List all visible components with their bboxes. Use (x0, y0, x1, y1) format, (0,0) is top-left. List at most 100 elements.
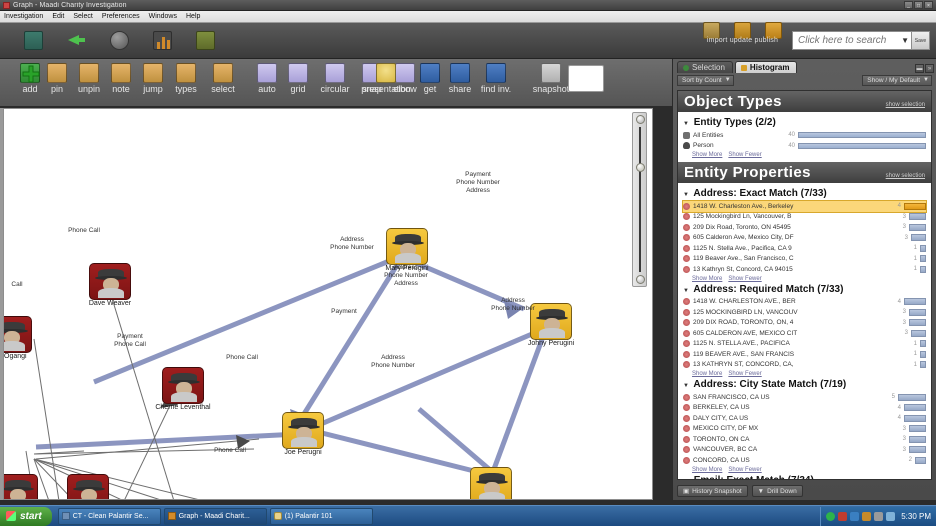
tool-pin[interactable]: pin (42, 63, 72, 94)
graph-node-steven[interactable] (67, 474, 109, 499)
panel-expander[interactable]: ▬ » (915, 64, 936, 73)
expand-icon[interactable]: » (925, 64, 934, 73)
taskbar-item-palantir101[interactable]: (1) Palantir 101 (269, 507, 373, 525)
graph-canvas[interactable]: Mary Perugini Johny Perugini Joe Perugni… (3, 108, 653, 500)
group-address-exact-match[interactable]: ▼ Address: Exact Match (7/33) (683, 188, 926, 199)
window-controls[interactable]: _ □ × (904, 1, 933, 9)
volume-icon[interactable] (850, 511, 860, 521)
group-entity-types[interactable]: ▼ Entity Types (2/2) (683, 117, 926, 128)
histogram-row[interactable]: 119 BEAVER AVE., SAN FRANCIS 1 (683, 349, 926, 360)
graph-node-ogangi[interactable] (4, 316, 32, 353)
tool-get[interactable]: get (415, 63, 445, 94)
tool-grid[interactable]: grid (282, 63, 314, 94)
tool-auto[interactable]: auto (250, 63, 284, 94)
taskbar-item-ct[interactable]: CT - Clean Palantir Se... (57, 507, 161, 525)
show-links[interactable]: Show More Show Fewer (692, 467, 926, 473)
histogram-list[interactable]: Object Types show selection ▼ Entity Typ… (677, 90, 932, 480)
group-address-city-state-match[interactable]: ▼ Address: City State Match (7/19) (683, 379, 926, 390)
histogram-row[interactable]: 209 Dix Road, Toronto, ON 45495 3 (683, 222, 926, 233)
histogram-row[interactable]: 605 Calderon Ave, Mexico City, DF 3 (683, 233, 926, 244)
zoom-in-handle[interactable] (635, 115, 645, 124)
document-icon[interactable] (24, 31, 43, 50)
histogram-row[interactable]: TORONTO, ON CA 3 (683, 434, 926, 445)
graph-node-joe-perugni[interactable] (282, 412, 324, 449)
histogram-row[interactable]: SAN FRANCISCO, CA US 5 (683, 392, 926, 403)
tool-find-inv[interactable]: find inv. (474, 63, 518, 94)
arrow-icon[interactable] (67, 31, 86, 50)
sort-dropdown[interactable]: Sort by Count ▼ (677, 74, 734, 86)
zoom-knob[interactable] (635, 163, 645, 172)
menu-select[interactable]: Select (73, 13, 92, 20)
menu-help[interactable]: Help (186, 13, 200, 20)
network-icon[interactable] (838, 511, 848, 521)
graph-thumbnail[interactable] (566, 65, 606, 93)
group-address-required-match[interactable]: ▼ Address: Required Match (7/33) (683, 284, 926, 295)
histogram-row[interactable]: 13 Kathryn St, Concord, CA 94015 1 (683, 264, 926, 275)
tool-note[interactable]: note (104, 63, 138, 94)
show-more-link[interactable]: Show More (692, 467, 722, 473)
chart-icon[interactable] (153, 31, 172, 50)
histogram-row[interactable]: 1125 N. STELLA AVE., PACIFICA 1 (683, 339, 926, 350)
show-selection-link[interactable]: show selection (886, 102, 925, 108)
clock[interactable]: 5:30 PM (901, 512, 931, 521)
show-more-link[interactable]: Show More (692, 152, 722, 158)
histogram-row[interactable]: MEXICO CITY, DF MX 3 (683, 424, 926, 435)
histogram-row[interactable]: 125 Mockingbird Ln, Vancouver, B 3 (683, 212, 926, 223)
show-links[interactable]: Show More Show Fewer (692, 276, 926, 282)
close-button[interactable]: × (924, 1, 933, 9)
show-fewer-link[interactable]: Show Fewer (728, 371, 761, 377)
history-snapshot-button[interactable]: ▣ History Snapshot (677, 485, 748, 497)
histogram-row[interactable]: 605 CALDERON AVE, MEXICO CIT 3 (683, 328, 926, 339)
search-input[interactable] (798, 35, 900, 46)
show-fewer-link[interactable]: Show Fewer (728, 152, 761, 158)
drill-down-button[interactable]: ▼ Drill Down (751, 485, 803, 497)
tool-share[interactable]: share (442, 63, 478, 94)
graph-node-dave[interactable] (89, 263, 131, 300)
histogram-row[interactable]: 13 KATHRYN ST, CONCORD, CA, 1 (683, 360, 926, 371)
histogram-row[interactable]: Person 40 (683, 141, 926, 152)
histogram-row[interactable]: BERKELEY, CA US 4 (683, 403, 926, 414)
collapse-icon[interactable]: ▬ (915, 64, 924, 73)
app-icon[interactable] (886, 511, 896, 521)
update-icon[interactable] (862, 511, 872, 521)
histogram-row[interactable]: CONCORD, CA US 2 (683, 455, 926, 466)
tool-types[interactable]: types (166, 63, 206, 94)
chevron-down-icon[interactable]: ▼ (899, 36, 909, 45)
histogram-row[interactable]: 1418 W. Charleston Ave., Berkeley 4 (682, 200, 927, 213)
money-icon[interactable] (196, 31, 215, 50)
tool-presentation[interactable]: presentation (347, 63, 425, 94)
menu-windows[interactable]: Windows (149, 13, 177, 20)
menu-preferences[interactable]: Preferences (102, 13, 140, 20)
histogram-row[interactable]: 125 MOCKINGBIRD LN, VANCOUV 3 (683, 307, 926, 318)
show-selection-link[interactable]: show selection (886, 173, 925, 179)
graph-node-cherrie[interactable] (162, 367, 204, 404)
histogram-row[interactable]: All Entities 40 (683, 130, 926, 141)
maximize-button[interactable]: □ (914, 1, 923, 9)
histogram-row[interactable]: DALY CITY, CA US 4 (683, 413, 926, 424)
show-more-link[interactable]: Show More (692, 276, 722, 282)
histogram-row[interactable]: 1125 N. Stella Ave., Pacifica, CA 9 1 (683, 243, 926, 254)
search-box[interactable]: ▼ (792, 31, 912, 50)
save-search-button[interactable]: Save (912, 31, 930, 50)
group-email-exact-match[interactable]: ▼ Email: Exact Match (7/34) (683, 475, 926, 480)
start-button[interactable]: start (0, 506, 52, 526)
shield-icon[interactable] (826, 511, 836, 521)
histogram-row[interactable]: VANCOUVER, BC CA 3 (683, 445, 926, 456)
show-fewer-link[interactable]: Show Fewer (728, 467, 761, 473)
show-dropdown[interactable]: Show / My Default ▼ (862, 74, 932, 86)
show-more-link[interactable]: Show More (692, 371, 722, 377)
monitor-icon[interactable] (874, 511, 884, 521)
zoom-slider[interactable] (632, 112, 647, 287)
histogram-row[interactable]: 1418 W. CHARLESTON AVE., BER 4 (683, 297, 926, 308)
tab-histogram[interactable]: Histogram (734, 61, 798, 73)
show-links[interactable]: Show More Show Fewer (692, 152, 926, 158)
histogram-row[interactable]: 209 DIX ROAD, TORONTO, ON, 4 3 (683, 318, 926, 329)
tool-unpin[interactable]: unpin (70, 63, 108, 94)
globe-icon[interactable] (110, 31, 129, 50)
show-fewer-link[interactable]: Show Fewer (728, 276, 761, 282)
menu-edit[interactable]: Edit (52, 13, 64, 20)
show-links[interactable]: Show More Show Fewer (692, 371, 926, 377)
tool-jump[interactable]: jump (136, 63, 170, 94)
histogram-row[interactable]: 119 Beaver Ave., San Francisco, C 1 (683, 254, 926, 265)
graph-node-atari[interactable] (4, 474, 38, 499)
